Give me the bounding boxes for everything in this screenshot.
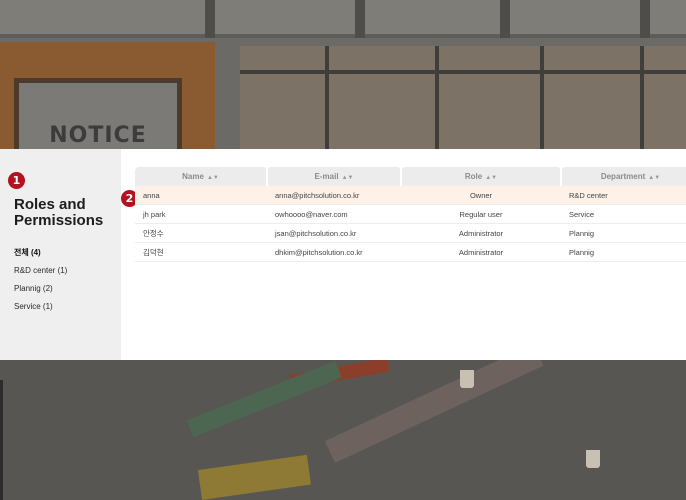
column-header-label: E-mail [314, 172, 339, 181]
background-window-frame [640, 46, 644, 150]
coffee-cup [460, 370, 474, 388]
background-beam [640, 0, 650, 38]
background-window [240, 46, 686, 150]
cell-department: Service [561, 204, 686, 224]
cell-role: Administrator [401, 223, 561, 243]
sort-icon: ▲▼ [341, 175, 354, 181]
cell-name: jh park [135, 204, 267, 224]
members-table-wrapper: Name ▲▼ E-mail ▲▼ Role ▲▼ Department ▲▼ anna… [135, 167, 686, 262]
column-header-label: Department [600, 172, 646, 181]
sidebar: 1 Roles and Permissions 전체 (4) R&D cente… [0, 149, 121, 360]
sort-icon: ▲▼ [485, 175, 498, 181]
column-header-label: Name [182, 172, 204, 181]
cell-name: anna [135, 186, 267, 205]
main-content: 2 Name ▲▼ E-mail ▲▼ Role ▲▼ Department ▲▼ a [121, 149, 686, 360]
cell-name: 안정수 [135, 223, 267, 243]
filter-item-plannig[interactable]: Plannig (2) [14, 283, 67, 301]
table-row[interactable]: jh park owhoooo@naver.com Regular user S… [135, 204, 686, 224]
column-header-name[interactable]: Name ▲▼ [135, 167, 268, 186]
background-beam [205, 0, 215, 38]
department-filter-list: 전체 (4) R&D center (1) Plannig (2) Servic… [14, 247, 67, 319]
background-floor [0, 360, 686, 500]
cell-email: owhoooo@naver.com [267, 204, 401, 224]
column-header-label: Role [464, 172, 483, 181]
background-lamp [0, 380, 33, 500]
notice-sign: NOTICE [14, 78, 182, 155]
step-badge-1: 1 [8, 172, 25, 189]
filter-item-service[interactable]: Service (1) [14, 301, 67, 319]
table-row[interactable]: 안정수 jsan@pitchsolution.co.kr Administrat… [135, 223, 686, 243]
background-ceiling [0, 0, 686, 38]
cell-department: Plannig [561, 242, 686, 262]
filter-item-all[interactable]: 전체 (4) [14, 247, 67, 265]
background-beam [355, 0, 365, 38]
cell-email: jsan@pitchsolution.co.kr [267, 223, 401, 243]
background-window-frame [540, 46, 544, 150]
coffee-cup [586, 450, 600, 468]
cell-role: Owner [401, 186, 561, 205]
roles-permissions-panel: 1 Roles and Permissions 전체 (4) R&D cente… [0, 149, 686, 360]
cell-department: Plannig [561, 223, 686, 243]
sort-icon: ▲▼ [206, 175, 219, 181]
cell-role: Administrator [401, 242, 561, 262]
background-window-frame [435, 46, 439, 150]
column-header-department[interactable]: Department ▲▼ [561, 167, 686, 186]
cell-email: dhkim@pitchsolution.co.kr [267, 242, 401, 262]
filter-item-rnd-center[interactable]: R&D center (1) [14, 265, 67, 283]
page-title: Roles and Permissions [14, 196, 104, 229]
cell-role: Regular user [401, 204, 561, 224]
column-header-role[interactable]: Role ▲▼ [401, 167, 562, 186]
sort-icon: ▲▼ [648, 175, 661, 181]
column-header-email[interactable]: E-mail ▲▼ [267, 167, 402, 186]
cell-department: R&D center [561, 186, 686, 205]
background-ceiling-edge [0, 34, 686, 38]
cell-name: 김덕현 [135, 242, 267, 262]
table-row[interactable]: anna anna@pitchsolution.co.kr Owner R&D … [135, 186, 686, 205]
background-window-frame [240, 70, 686, 74]
table-header-row: Name ▲▼ E-mail ▲▼ Role ▲▼ Department ▲▼ [135, 167, 686, 186]
notice-sign-text: NOTICE [49, 123, 147, 148]
background-beam [500, 0, 510, 38]
background-window-frame [325, 46, 329, 150]
members-table: Name ▲▼ E-mail ▲▼ Role ▲▼ Department ▲▼ anna… [135, 167, 686, 262]
table-row[interactable]: 김덕현 dhkim@pitchsolution.co.kr Administra… [135, 242, 686, 262]
cell-email: anna@pitchsolution.co.kr [267, 186, 401, 205]
